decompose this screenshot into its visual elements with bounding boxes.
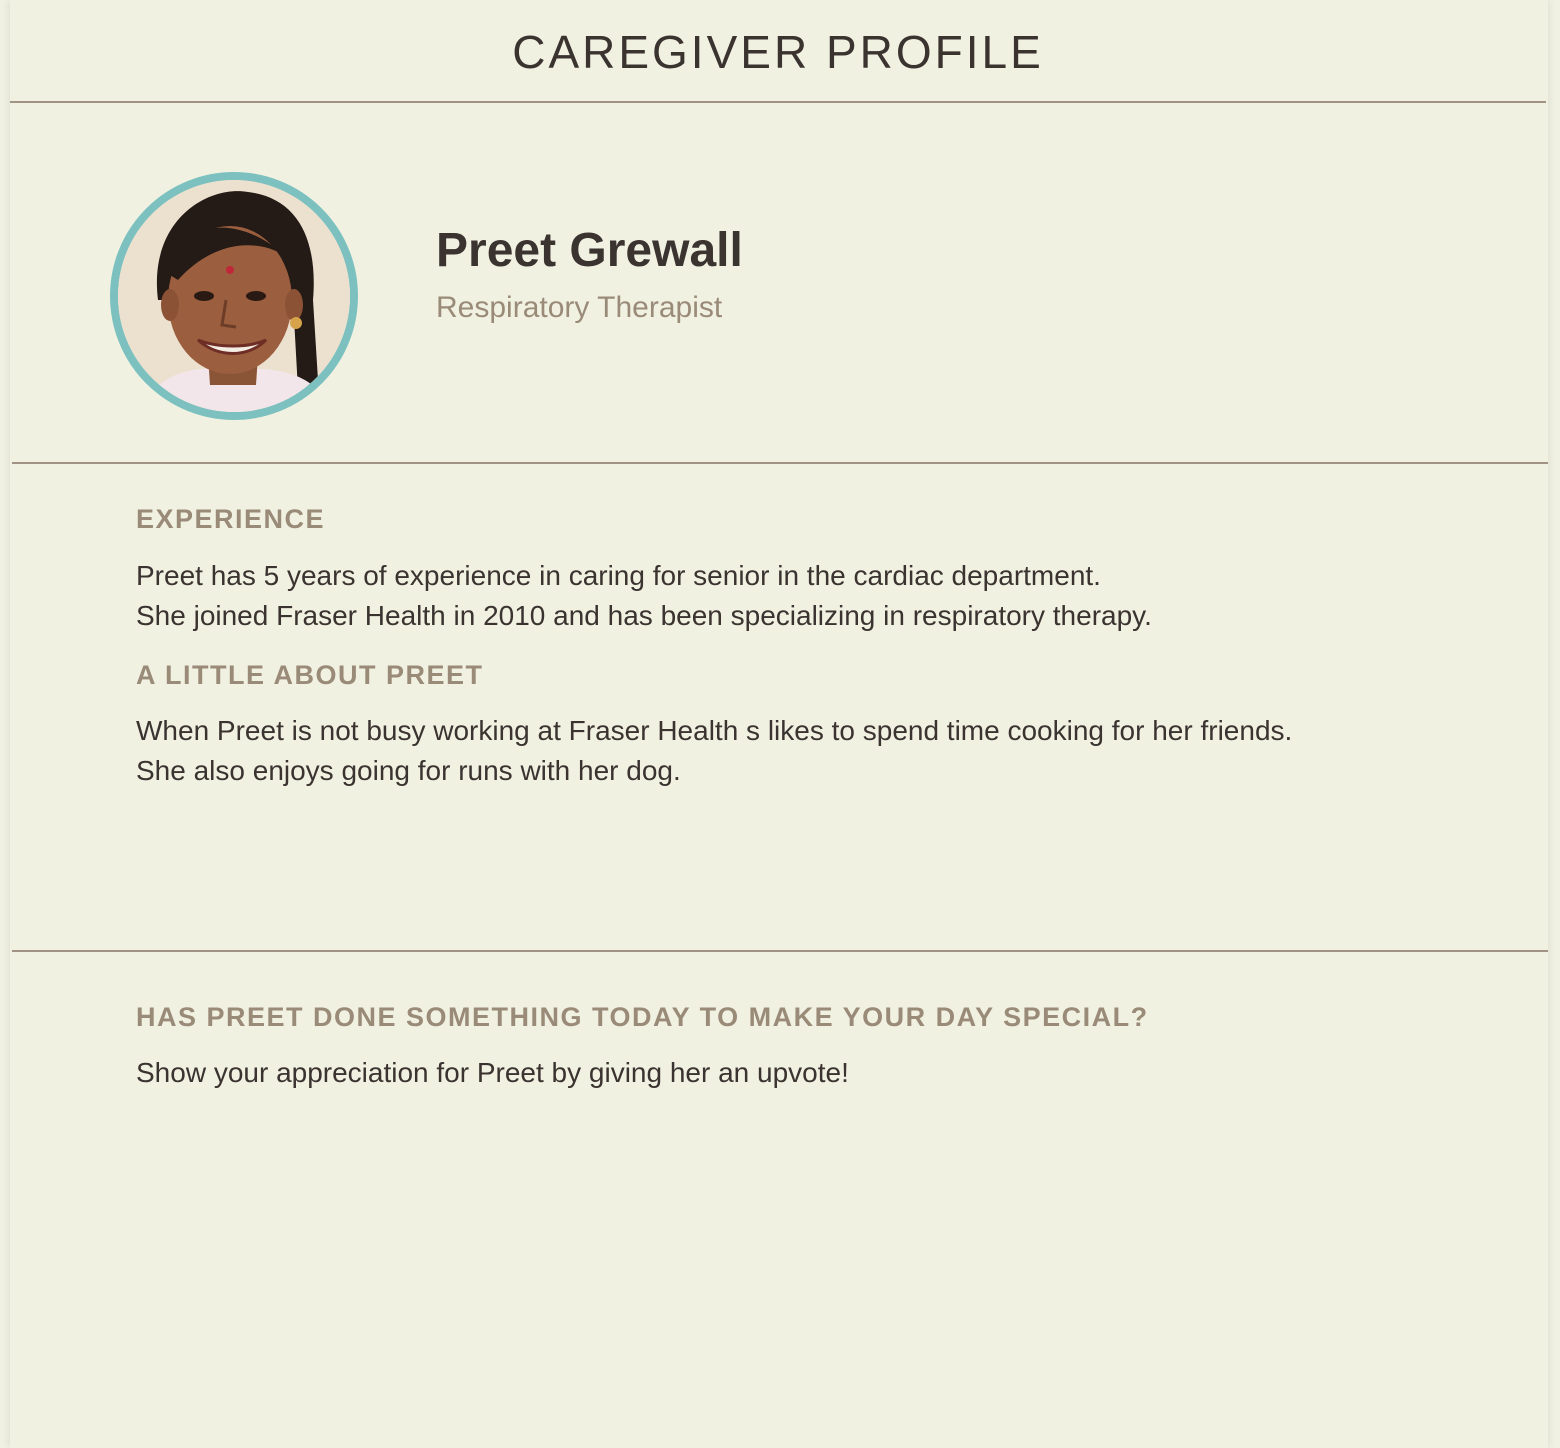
about-line-1: When Preet is not busy working at Fraser… <box>136 715 1293 746</box>
page-title: CAREGIVER PROFILE <box>512 26 1044 78</box>
about-heading: A LITTLE ABOUT PREET <box>136 660 484 690</box>
caregiver-name: Preet Grewall <box>436 224 743 277</box>
page-header: CAREGIVER PROFILE <box>10 0 1546 103</box>
caregiver-role: Respiratory Therapist <box>436 291 723 324</box>
about-line-2: She also enjoys going for runs with her … <box>136 755 681 786</box>
profile-details: EXPERIENCE Preet has 5 years of experien… <box>12 464 1548 952</box>
profile-summary: Preet Grewall Respiratory Therapist <box>12 105 1548 464</box>
appreciation-section: HAS PREET DONE SOMETHING TODAY TO MAKE Y… <box>12 952 1548 1448</box>
experience-heading: EXPERIENCE <box>136 504 326 534</box>
caregiver-photo-icon <box>118 180 350 412</box>
avatar <box>110 172 358 420</box>
appreciation-heading: HAS PREET DONE SOMETHING TODAY TO MAKE Y… <box>136 1002 1149 1032</box>
caregiver-profile-page: CAREGIVER PROFILE Preet Grewall Respirat… <box>10 0 1548 1448</box>
experience-line-1: Preet has 5 years of experience in carin… <box>136 560 1101 591</box>
experience-line-2: She joined Fraser Health in 2010 and has… <box>136 600 1152 631</box>
appreciation-text: Show your appreciation for Preet by givi… <box>136 1057 849 1088</box>
